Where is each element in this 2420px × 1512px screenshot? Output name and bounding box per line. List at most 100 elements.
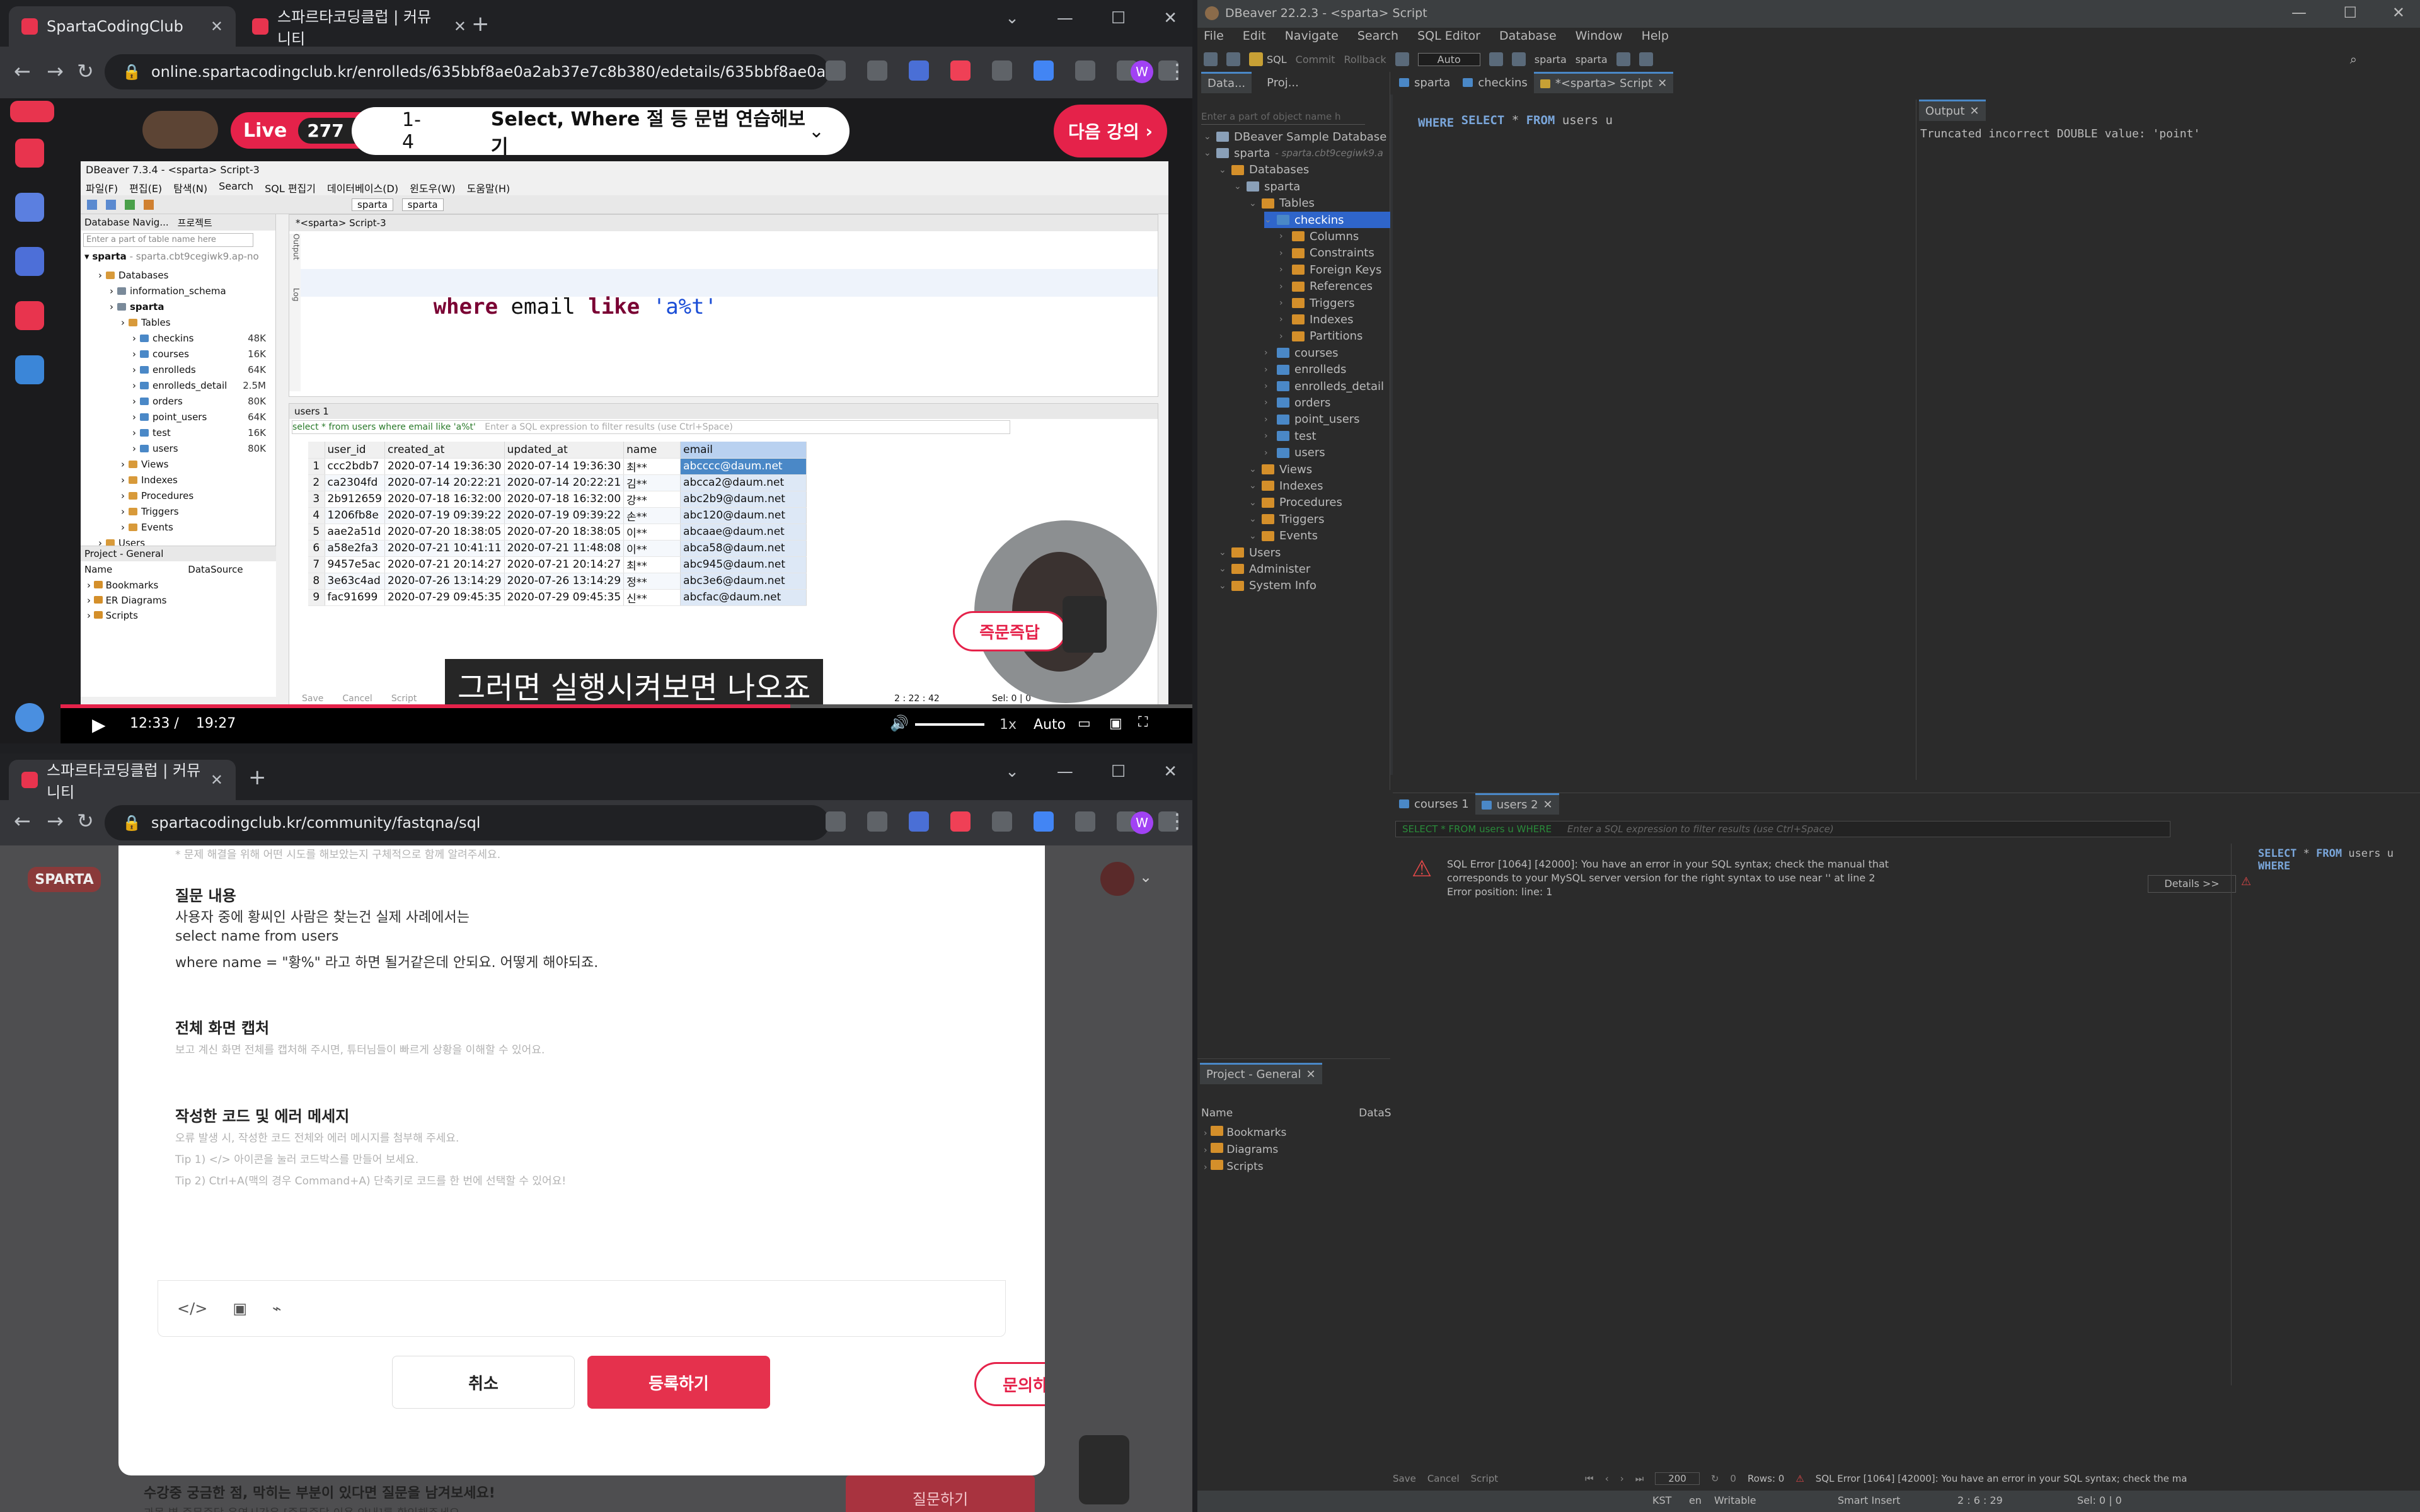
inner-tree-node[interactable]: › sparta: [110, 299, 270, 314]
db-tree-node[interactable]: ⌄ Views: [1249, 461, 1312, 478]
warning-icon[interactable]: [15, 301, 44, 330]
inner-tree-node[interactable]: › enrolleds_detail 2.5M: [132, 377, 270, 393]
fullscreen-icon[interactable]: ⛶: [1138, 714, 1148, 730]
db-tree-node[interactable]: › Indexes: [1279, 311, 1353, 328]
db-tree-node[interactable]: ⌄ Triggers: [1249, 511, 1324, 527]
row-number[interactable]: 4: [308, 507, 325, 524]
table-cell[interactable]: 이**: [623, 524, 681, 541]
table-cell[interactable]: 2020-07-21 20:14:27: [384, 556, 505, 573]
inner-tree-node[interactable]: › orders 80K: [132, 393, 270, 409]
expand-icon[interactable]: ⌄: [1249, 198, 1257, 209]
forward-icon[interactable]: →: [47, 809, 64, 833]
editor-tab-sparta[interactable]: sparta: [1393, 72, 1456, 93]
toolbar-icon[interactable]: [125, 199, 135, 210]
table-cell[interactable]: 2020-07-21 20:14:27: [504, 556, 625, 573]
db-tree-node[interactable]: › users: [1264, 445, 1325, 461]
pocket-icon[interactable]: [950, 60, 971, 81]
db-tree-node[interactable]: › courses: [1264, 345, 1339, 361]
table-cell[interactable]: 신**: [623, 589, 681, 606]
table-cell[interactable]: 2020-07-21 11:48:08: [504, 540, 625, 557]
extension-icon[interactable]: [909, 60, 929, 81]
minimize-icon[interactable]: —: [1057, 762, 1073, 781]
inner-results-filter[interactable]: select * from users where email like 'a%…: [292, 420, 1010, 434]
star-icon[interactable]: [867, 60, 887, 81]
table-cell[interactable]: fac91699: [325, 589, 386, 606]
extension-icon[interactable]: [992, 811, 1012, 832]
table-row[interactable]: 2 ca2304fd 2020-07-14 20:22:21 2020-07-14 2…: [308, 474, 807, 491]
close-tab-icon[interactable]: ✕: [454, 18, 466, 35]
expand-icon[interactable]: ›: [1279, 282, 1287, 292]
table-cell[interactable]: 최**: [623, 556, 681, 573]
table-cell[interactable]: 2020-07-26 13:14:29: [384, 573, 505, 590]
profile-avatar[interactable]: W: [1131, 811, 1153, 834]
expand-icon[interactable]: ⌄: [1219, 547, 1226, 558]
volume-slider[interactable]: [915, 723, 984, 726]
table-cell[interactable]: 2020-07-29 09:45:35: [504, 589, 625, 606]
auto-commit-selector[interactable]: Auto: [1417, 52, 1480, 66]
table-cell[interactable]: abc2b9@daum.net: [680, 491, 807, 508]
table-cell[interactable]: abcaae@daum.net: [680, 524, 807, 541]
database-icon[interactable]: [1226, 52, 1240, 66]
close-tab-icon[interactable]: ✕: [210, 18, 223, 35]
table-row[interactable]: 5 aae2a51d 2020-07-20 18:38:05 2020-07-20 1…: [308, 524, 807, 541]
row-number[interactable]: 8: [308, 573, 325, 590]
browser-tab-community[interactable]: 스파르타코딩클럽 | 커뮤니티 ✕: [9, 760, 236, 801]
inner-editor-tab[interactable]: *<sparta> Script-3: [289, 215, 1158, 231]
submit-button[interactable]: 등록하기: [587, 1356, 770, 1409]
db-tree-node[interactable]: › point_users: [1264, 411, 1360, 428]
maximize-icon[interactable]: ☐: [2343, 4, 2357, 21]
document-icon[interactable]: [15, 193, 44, 222]
expand-icon[interactable]: ⌄: [1204, 148, 1211, 158]
speed-button[interactable]: 1x: [1000, 717, 1017, 733]
project-item-diagrams[interactable]: › Diagrams: [1204, 1142, 1286, 1159]
star-icon[interactable]: [867, 811, 887, 832]
editor-tab-script[interactable]: *<sparta> Script ✕: [1533, 72, 1674, 93]
more-menu-icon[interactable]: ⋮: [1167, 59, 1187, 83]
table-cell[interactable]: 손**: [623, 507, 681, 524]
expand-icon[interactable]: ⌄: [1249, 481, 1257, 491]
result-tab-users[interactable]: users 2 ✕: [1475, 793, 1559, 815]
refresh-icon[interactable]: ↻: [1711, 1473, 1719, 1484]
extension-icon[interactable]: [1034, 60, 1054, 81]
table-cell[interactable]: abc120@daum.net: [680, 507, 807, 524]
inner-tree-node[interactable]: › enrolleds 64K: [132, 362, 270, 377]
expand-icon[interactable]: ›: [1264, 348, 1272, 358]
project-tab[interactable]: Project - General ✕: [1200, 1063, 1322, 1084]
next-lesson-button[interactable]: 다음 강의 ›: [1054, 105, 1167, 158]
inquiry-button[interactable]: 문의하기: [974, 1362, 1045, 1406]
table-cell[interactable]: 2020-07-19 09:39:22: [384, 507, 505, 524]
table-cell[interactable]: 김**: [623, 474, 681, 491]
close-icon[interactable]: ✕: [1163, 9, 1177, 28]
expand-icon[interactable]: ⌄: [1204, 132, 1211, 142]
history-icon[interactable]: [1489, 52, 1503, 66]
table-cell[interactable]: ccc2bdb7: [325, 458, 386, 475]
db-tree-node[interactable]: › test: [1264, 428, 1317, 444]
inner-tree-node[interactable]: › test 16K: [132, 425, 270, 440]
row-number[interactable]: 6: [308, 540, 325, 557]
expand-icon[interactable]: ›: [1264, 431, 1272, 441]
db-tree-node[interactable]: › Constraints: [1279, 245, 1374, 261]
table-cell[interactable]: abc945@daum.net: [680, 556, 807, 573]
row-number[interactable]: 7: [308, 556, 325, 573]
new-connection-icon[interactable]: [1204, 52, 1218, 66]
quality-button[interactable]: Auto: [1034, 717, 1066, 733]
table-row[interactable]: 1 ccc2bdb7 2020-07-14 19:36:30 2020-07-14 1…: [308, 458, 807, 475]
expand-icon[interactable]: ›: [1264, 415, 1272, 425]
rollback-button[interactable]: Rollback: [1344, 54, 1386, 66]
table-cell[interactable]: aae2a51d: [325, 524, 386, 541]
table-cell[interactable]: 9457e5ac: [325, 556, 386, 573]
row-number[interactable]: 3: [308, 491, 325, 508]
table-cell[interactable]: abca58@daum.net: [680, 540, 807, 557]
share-icon[interactable]: [826, 811, 846, 832]
inner-project-item[interactable]: › ER Diagrams: [87, 593, 276, 608]
sql-editor-button[interactable]: SQL: [1249, 52, 1287, 66]
row-number[interactable]: 9: [308, 589, 325, 606]
table-cell[interactable]: 2b912659: [325, 491, 386, 508]
inner-tree-node[interactable]: › information_schema: [110, 283, 270, 299]
db-tree-node[interactable]: › enrolleds: [1264, 362, 1346, 378]
extension-icon[interactable]: [992, 60, 1012, 81]
inner-tree-node[interactable]: › point_users 64K: [132, 409, 270, 425]
active-connection-selector[interactable]: sparta: [1535, 54, 1567, 66]
expand-icon[interactable]: ›: [1279, 231, 1287, 241]
db-tree-node[interactable]: ⌄ Procedures: [1249, 495, 1342, 511]
